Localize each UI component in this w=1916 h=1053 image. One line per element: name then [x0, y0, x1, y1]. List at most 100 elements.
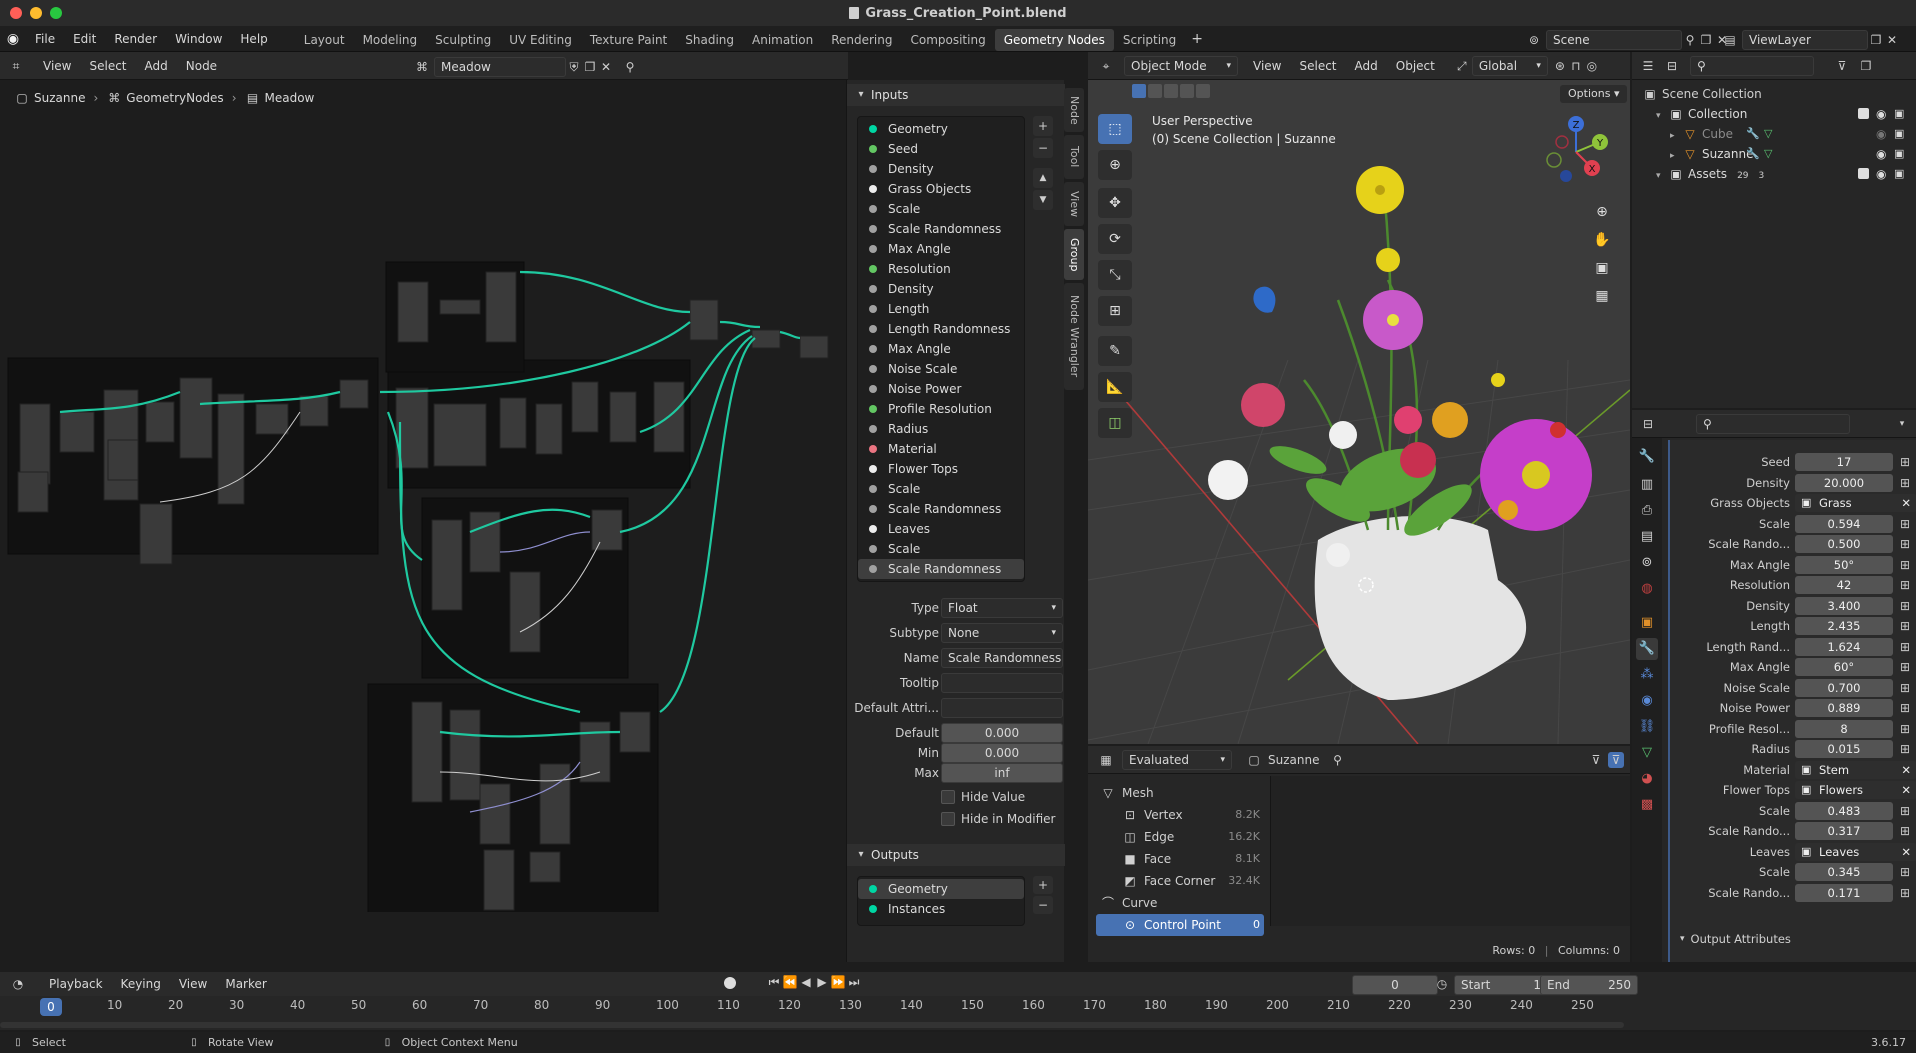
tab-shading[interactable]: Shading: [676, 29, 743, 51]
attribute-toggle-icon[interactable]: ⊞: [1898, 721, 1912, 737]
clear-icon[interactable]: ✕: [1901, 781, 1911, 799]
number-field[interactable]: 0.700: [1795, 678, 1893, 697]
cursor-tool-icon[interactable]: ⊕: [1098, 150, 1132, 180]
group-input-item[interactable]: Scale Randomness: [858, 559, 1024, 579]
blender-logo-icon[interactable]: ◉: [0, 31, 26, 47]
sidebar-tab-view[interactable]: View: [1064, 182, 1084, 226]
visibility-eye-icon[interactable]: ◉: [1876, 124, 1886, 144]
clear-icon[interactable]: ✕: [1901, 843, 1911, 861]
pivot-point-icon[interactable]: ⊛: [1552, 58, 1568, 74]
annotate-tool-icon[interactable]: ✎: [1098, 336, 1132, 366]
number-field[interactable]: 0.015: [1795, 740, 1893, 758]
fake-user-shield-icon[interactable]: ⛨: [566, 59, 582, 75]
attribute-toggle-icon[interactable]: ⊞: [1898, 823, 1912, 839]
node-group-selector[interactable]: Meadow: [434, 57, 566, 77]
menu-help[interactable]: Help: [231, 26, 276, 52]
zoom-window-button[interactable]: [50, 7, 62, 19]
group-input-item[interactable]: Scale: [858, 479, 1024, 499]
proportional-edit-icon[interactable]: ◎: [1584, 58, 1600, 74]
world-properties-icon[interactable]: ◍: [1636, 578, 1658, 600]
prev-keyframe-icon[interactable]: ⏪: [782, 974, 798, 990]
end-frame-field[interactable]: End 250: [1540, 975, 1638, 995]
transform-tool-icon[interactable]: ⊞: [1098, 296, 1132, 326]
data-properties-icon[interactable]: ▽: [1636, 742, 1658, 764]
viewport-menu-select[interactable]: Select: [1290, 53, 1345, 79]
editor-type-icon[interactable]: ◔: [10, 976, 26, 992]
add-output-button[interactable]: +: [1033, 876, 1053, 894]
number-field[interactable]: 0.594: [1795, 514, 1893, 533]
max-value-field[interactable]: inf: [941, 763, 1063, 783]
scene-selector[interactable]: Scene: [1546, 30, 1682, 50]
viewport-menu-add[interactable]: Add: [1346, 53, 1387, 79]
tab-rendering[interactable]: Rendering: [822, 29, 901, 51]
hide-value-checkbox[interactable]: [941, 790, 955, 804]
tool-settings-icon[interactable]: 🔧: [1636, 446, 1658, 468]
move-up-icon[interactable]: ▲: [1033, 168, 1053, 188]
object-properties-icon[interactable]: ▣: [1636, 612, 1658, 634]
output-attributes-panel[interactable]: ▾ Output Attributes: [1680, 932, 1791, 946]
sidebar-tab-node-wrangler[interactable]: Node Wrangler: [1064, 283, 1084, 390]
delete-view-layer-icon[interactable]: ✕: [1884, 32, 1900, 48]
chevron-down-icon[interactable]: ▾: [1894, 416, 1910, 432]
keyframe-record-icon[interactable]: [724, 977, 736, 989]
panel-collapse-icon[interactable]: ▾: [853, 847, 869, 863]
type-dropdown[interactable]: Float ▾: [941, 598, 1063, 618]
group-input-item[interactable]: Profile Resolution: [858, 399, 1024, 419]
particles-properties-icon[interactable]: ⁂: [1636, 664, 1658, 686]
pin-scene-icon[interactable]: ⚲: [1682, 32, 1698, 48]
orientation-selector[interactable]: Global ▾: [1471, 55, 1548, 76]
new-view-layer-icon[interactable]: ❐: [1868, 32, 1884, 48]
group-input-item[interactable]: Length: [858, 299, 1024, 319]
include-checkbox[interactable]: [1858, 168, 1869, 179]
select-tool-icon[interactable]: ⬚: [1098, 114, 1132, 144]
outliner-item-cube[interactable]: ▸ ▽ Cube 🔧 ▽ ◉ ▣: [1632, 124, 1916, 144]
group-input-item[interactable]: Density: [858, 279, 1024, 299]
group-input-item[interactable]: Seed: [858, 139, 1024, 159]
sidebar-tab-tool[interactable]: Tool: [1064, 135, 1084, 179]
jump-end-icon[interactable]: ⏭: [846, 974, 862, 990]
filter-icon[interactable]: ⊽: [1588, 752, 1604, 768]
node-menu-select[interactable]: Select: [80, 53, 135, 79]
number-field[interactable]: 0.500: [1795, 535, 1893, 553]
disclosure-chevron-icon[interactable]: ▸: [1670, 146, 1682, 166]
group-input-item[interactable]: Geometry: [858, 119, 1024, 139]
remove-output-button[interactable]: −: [1033, 896, 1053, 914]
scene-icon[interactable]: ⊚: [1526, 32, 1542, 48]
object-selector[interactable]: ▣ Leaves ✕: [1795, 842, 1916, 861]
disclosure-chevron-icon[interactable]: ▾: [1656, 106, 1668, 126]
render-properties-icon[interactable]: ▥: [1636, 474, 1658, 496]
material-properties-icon[interactable]: ◕: [1636, 768, 1658, 790]
number-field[interactable]: 8: [1795, 719, 1893, 738]
outliner-search-input[interactable]: ⚲: [1690, 55, 1814, 76]
physics-properties-icon[interactable]: ◉: [1636, 690, 1658, 712]
viewport-menu-object[interactable]: Object: [1387, 53, 1444, 79]
group-input-item[interactable]: Radius: [858, 419, 1024, 439]
tab-animation[interactable]: Animation: [743, 29, 822, 51]
tab-scripting[interactable]: Scripting: [1114, 29, 1185, 51]
group-input-item[interactable]: Resolution: [858, 259, 1024, 279]
filter-icon[interactable]: ⊽: [1834, 58, 1850, 74]
attribute-toggle-icon[interactable]: ⊞: [1898, 454, 1912, 470]
view-layer-selector[interactable]: ViewLayer: [1742, 30, 1868, 50]
group-input-item[interactable]: Scale Randomness: [858, 219, 1024, 239]
number-field[interactable]: 0.889: [1795, 699, 1893, 717]
attribute-toggle-icon[interactable]: ⊞: [1898, 803, 1912, 819]
outliner-item-collection[interactable]: ▾ ▣ Collection ◉ ▣: [1632, 104, 1916, 124]
timeline-menu-marker[interactable]: Marker: [216, 971, 275, 997]
remove-input-button[interactable]: −: [1033, 138, 1053, 158]
domain-item[interactable]: ⌒ Curve: [1096, 892, 1264, 914]
node-graph[interactable]: [0, 112, 848, 912]
group-input-item[interactable]: Density: [858, 159, 1024, 179]
menu-window[interactable]: Window: [166, 26, 231, 52]
attribute-toggle-icon[interactable]: ⊞: [1898, 639, 1912, 655]
node-editor[interactable]: ⌗ ViewSelectAddNode ⌘ Meadow ⛨ ❐ ✕ ⚲: [0, 52, 848, 962]
number-field[interactable]: 42: [1795, 576, 1893, 594]
play-icon[interactable]: ▶: [814, 974, 830, 990]
3d-viewport[interactable]: ⌖ Object Mode ▾ View Select Add Object ⤢ Glo…: [1088, 52, 1630, 744]
editor-type-icon[interactable]: ⌖: [1098, 58, 1114, 74]
render-camera-icon[interactable]: ▣: [1894, 124, 1904, 144]
group-input-item[interactable]: Noise Scale: [858, 359, 1024, 379]
name-field[interactable]: Scale Randomness: [941, 648, 1063, 668]
group-input-item[interactable]: Material: [858, 439, 1024, 459]
object-selector[interactable]: ▣ Grass ✕: [1795, 494, 1916, 512]
